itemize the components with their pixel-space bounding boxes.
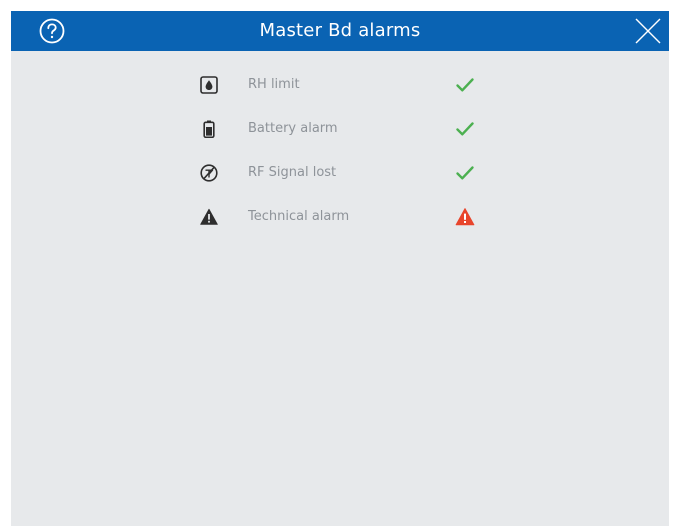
alarm-row-technical: Technical alarm xyxy=(11,195,669,239)
alarm-row-battery: Battery alarm xyxy=(11,107,669,151)
alarm-label: RF Signal lost xyxy=(248,165,337,180)
checkmark-icon xyxy=(455,75,475,95)
alarm-label: Battery alarm xyxy=(248,121,338,136)
humidity-drop-icon xyxy=(200,76,218,94)
close-icon xyxy=(635,18,661,44)
battery-icon xyxy=(200,120,218,139)
alarm-triangle-icon xyxy=(455,207,475,227)
alarm-row-rf-signal: RF Signal lost xyxy=(11,151,669,195)
alarm-label: RH limit xyxy=(248,77,300,92)
alarm-row-rh-limit: RH limit xyxy=(11,63,669,107)
page-title: Master Bd alarms xyxy=(259,20,421,41)
signal-lost-icon xyxy=(200,164,218,182)
checkmark-icon xyxy=(455,163,475,183)
alarm-label: Technical alarm xyxy=(248,209,350,224)
checkmark-icon xyxy=(455,119,475,139)
warning-triangle-icon xyxy=(200,208,218,226)
close-button[interactable] xyxy=(635,18,661,44)
header-bar: Master Bd alarms xyxy=(11,11,669,51)
alarms-window: Master Bd alarms RH limit Battery alarm … xyxy=(11,11,669,526)
